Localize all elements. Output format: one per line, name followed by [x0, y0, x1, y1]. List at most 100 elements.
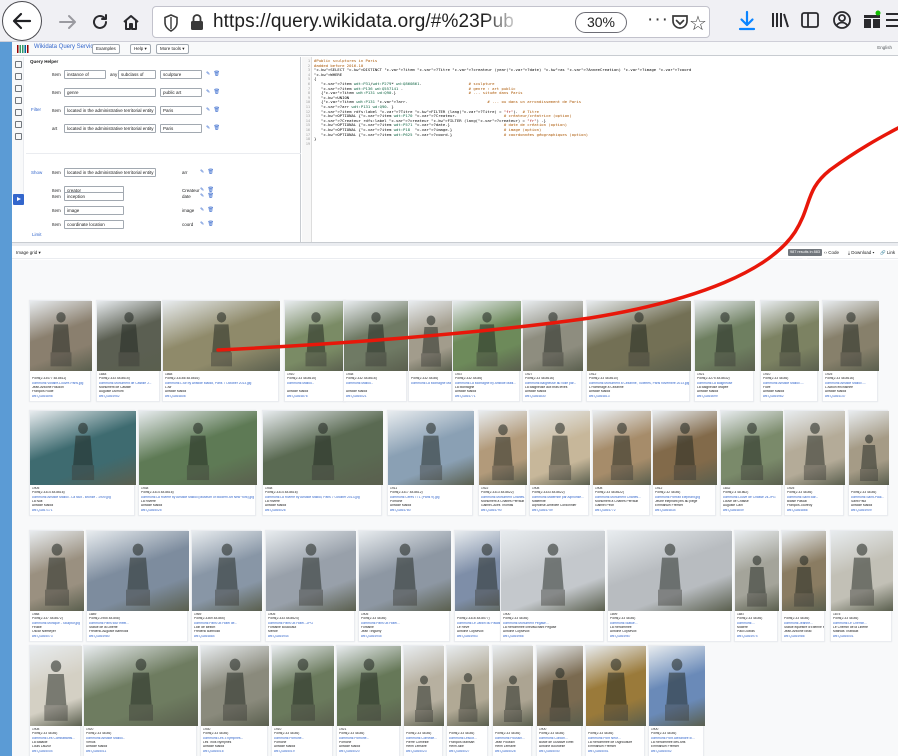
lock-icon[interactable]: [189, 13, 205, 31]
sculpture-thumbnail[interactable]: [404, 646, 444, 726]
card-meta-l3[interactable]: wd:Q3364909: [851, 509, 887, 513]
card-meta-l3[interactable]: wd:Q3365001: [833, 635, 891, 639]
value-select[interactable]: sculpture: [160, 70, 202, 79]
prefix-icon[interactable]: [15, 73, 22, 80]
language-selector[interactable]: English: [877, 45, 892, 50]
sculpture-thumbnail[interactable]: [501, 531, 605, 611]
sculpture-thumbnail[interactable]: [263, 411, 383, 485]
result-card[interactable]: Point(2.33 48.86) commons:Jeanne... Statue…: [781, 530, 826, 642]
run-query-button[interactable]: [13, 194, 24, 205]
value-select[interactable]: Paris: [160, 106, 202, 115]
row-tools-icon[interactable]: ✎ 🗑: [206, 125, 221, 131]
card-meta-l3[interactable]: wd:Q3364771: [455, 395, 519, 399]
result-card[interactable]: 1927 Point(2.33 48.8616) commons:Baigneuse…: [522, 300, 583, 402]
sculpture-thumbnail[interactable]: [139, 411, 257, 485]
result-card[interactable]: 1925 Point(2.33 48.8616) commons:Aristide …: [822, 300, 879, 402]
result-card[interactable]: 1938 Point(2.3314 48.8616) commons:La Rivi…: [138, 410, 257, 516]
result-card[interactable]: 1910 Point(2.33 48.86) commons:Aristide Ma…: [760, 300, 819, 402]
card-meta-l3[interactable]: wd:Q3365011: [86, 750, 196, 754]
page-actions-button[interactable]: ···: [647, 9, 669, 31]
sculpture-thumbnail[interactable]: [493, 646, 533, 726]
sculpture-thumbnail[interactable]: [785, 411, 845, 485]
card-meta-l3[interactable]: wd:Q3364790: [481, 509, 525, 513]
property-select[interactable]: instance of: [64, 70, 106, 79]
sculpture-thumbnail[interactable]: [409, 301, 453, 371]
bookmark-star-icon[interactable]: ☆: [689, 11, 707, 36]
zoom-level-button[interactable]: 30%: [575, 12, 627, 33]
card-meta-l3[interactable]: wd:Q3365027: [449, 750, 487, 754]
card-meta-l3[interactable]: wd:Q3365021: [346, 395, 406, 399]
card-meta-l3[interactable]: wd:Q3364699: [697, 395, 753, 399]
card-meta-l3[interactable]: wd:Q3365040: [539, 750, 581, 754]
property-select[interactable]: image: [64, 206, 124, 215]
row-tools-icon[interactable]: ✎ 🗑: [206, 89, 221, 95]
sculpture-thumbnail[interactable]: [97, 301, 161, 371]
result-card[interactable]: 1925 Point(2.33 48.86) commons:Saint Bar..…: [784, 410, 845, 516]
result-card[interactable]: Point(2.33 48.86) commons:Lescot... Franço…: [446, 645, 489, 756]
result-card[interactable]: 1912 Point(2.33 48.8610) commons:Monument …: [586, 300, 691, 402]
sculpture-thumbnail[interactable]: [84, 646, 198, 726]
property-select[interactable]: genre: [64, 88, 156, 97]
result-card[interactable]: 1875 Point(2.33 48.86) commons:Le Chemin..…: [830, 530, 893, 642]
limit-add-button[interactable]: Limit: [32, 232, 42, 237]
card-meta-l3[interactable]: wd:Q3364884: [194, 635, 260, 639]
card-meta-l3[interactable]: wd:Q3365026: [265, 509, 381, 513]
result-card[interactable]: Point(2.33 48.86) commons:Corneille... Pie…: [403, 645, 444, 756]
result-card[interactable]: 1930 Point(2.33 48.86) commons:Les 3 nymph…: [200, 645, 269, 756]
hamburger-menu-icon[interactable]: [886, 10, 898, 30]
property-select[interactable]: inception: [64, 192, 124, 201]
card-meta-l3[interactable]: wd:Q3364986: [784, 635, 824, 639]
home-button[interactable]: [113, 4, 149, 40]
app-title[interactable]: Wikidata Query Service: [34, 44, 97, 50]
card-meta-l3[interactable]: wd:Q3365052: [651, 750, 703, 754]
card-meta-l3[interactable]: wd:Q3364952: [99, 395, 159, 399]
show-add-button[interactable]: Show: [31, 170, 42, 175]
card-meta-l3[interactable]: wd:Q3364898: [32, 395, 90, 399]
sculpture-thumbnail[interactable]: [87, 531, 189, 611]
result-card[interactable]: 1832 Point(2.3 48.862) commons:Louve de Ch…: [720, 410, 783, 516]
sculpture-thumbnail[interactable]: [337, 646, 401, 726]
card-meta-l3[interactable]: wd:Q3364966: [503, 635, 603, 639]
card-meta-l3[interactable]: wd:Q3364147: [825, 395, 877, 399]
view-selector[interactable]: Image grid ▾: [16, 250, 41, 256]
result-card[interactable]: 1900 Point(2.33 48.86) commons:Pont Alexan…: [648, 645, 705, 756]
card-meta-l3[interactable]: wd:Q3365004: [32, 750, 80, 754]
sculpture-thumbnail[interactable]: [849, 411, 889, 485]
card-meta-l3[interactable]: wd:Q3364749: [532, 509, 588, 513]
extension-icon[interactable]: [862, 10, 882, 30]
card-meta-l3[interactable]: wd:Q3365051: [588, 750, 644, 754]
sculpture-thumbnail[interactable]: [272, 646, 334, 726]
code-line[interactable]: "c-kw">SELECT "c-kw">DISTINCT "c-var">?i…: [314, 67, 691, 73]
result-card[interactable]: 1938 Point(2.332 48.8616) commons:Maillol.…: [343, 300, 408, 402]
card-meta-file[interactable]: commons:La Montagne Maillol, Paris Renne…: [411, 382, 451, 386]
result-card[interactable]: 1937 Point(2.332 48.86) commons:La Montagn…: [452, 300, 521, 402]
sculpture-thumbnail[interactable]: [30, 301, 92, 371]
sculpture-thumbnail[interactable]: [537, 646, 583, 726]
card-meta-l3[interactable]: wd:Q3365025: [141, 509, 255, 513]
card-meta-file[interactable]: commons:Maillol...: [346, 382, 406, 386]
delete-icon[interactable]: [15, 109, 22, 116]
property-select[interactable]: located in the administrative territoria…: [64, 106, 156, 115]
result-card[interactable]: Point(2.33 48.86) commons:Poussin... Jean …: [492, 645, 533, 756]
sculpture-thumbnail[interactable]: [201, 646, 269, 726]
row-tools-icon[interactable]: ✎ 🗑: [200, 193, 215, 199]
property-select[interactable]: located in the administrative territoria…: [64, 168, 156, 177]
sculpture-thumbnail[interactable]: [163, 301, 280, 371]
code-button[interactable]: ‹› Code: [824, 250, 839, 255]
download-icon[interactable]: [738, 10, 756, 32]
card-meta-l3[interactable]: wd:Q3364974: [737, 635, 777, 639]
sculpture-thumbnail[interactable]: [266, 531, 356, 611]
card-meta-l3[interactable]: wd:Q3364980: [89, 635, 187, 639]
sculpture-thumbnail[interactable]: [782, 531, 826, 611]
link-icon[interactable]: [15, 133, 22, 140]
examples-button[interactable]: Examples: [92, 44, 120, 54]
result-card[interactable]: 1911 Point(2.3317 48.8612) commons:Ceres T…: [387, 410, 474, 516]
result-card[interactable]: Point(2.33 48.86) commons:Saint-Paul... Sa…: [848, 410, 889, 516]
value-select[interactable]: public art: [160, 88, 202, 97]
sculpture-thumbnail[interactable]: [192, 531, 262, 611]
sculpture-thumbnail[interactable]: [30, 646, 82, 726]
shield-icon[interactable]: [163, 14, 179, 32]
sculpture-thumbnail[interactable]: [721, 411, 783, 485]
result-card[interactable]: 1922 Point(2.3313 48.8622) commons:Monumen…: [478, 410, 527, 516]
forward-button[interactable]: [50, 4, 86, 40]
